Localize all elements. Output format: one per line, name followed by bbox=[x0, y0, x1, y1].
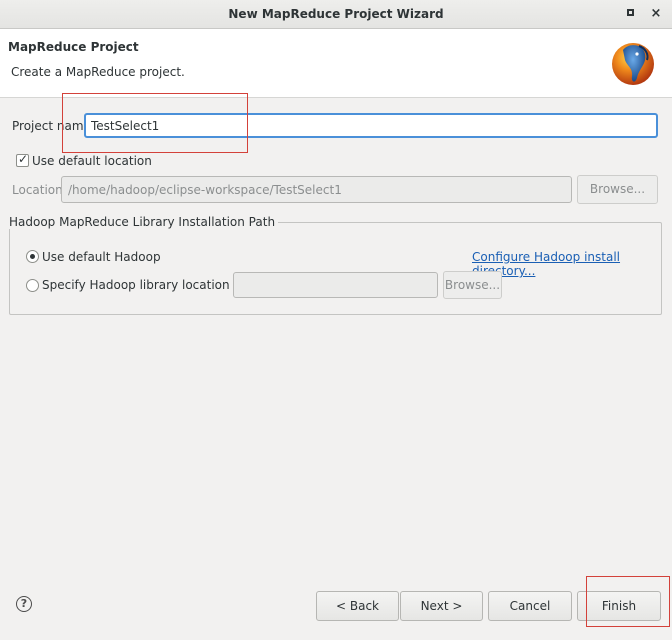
checkmark-icon: ✓ bbox=[18, 152, 29, 166]
minimize-icon[interactable] bbox=[622, 6, 638, 22]
hadoop-browse-button[interactable]: Browse... bbox=[443, 271, 502, 299]
specify-hadoop-radio[interactable] bbox=[26, 279, 39, 292]
wizard-header: MapReduce Project Create a MapReduce pro… bbox=[0, 29, 672, 98]
use-default-location-label: Use default location bbox=[32, 154, 152, 168]
help-icon[interactable]: ? bbox=[16, 596, 32, 612]
window-title: New MapReduce Project Wizard bbox=[228, 7, 444, 21]
project-name-input[interactable] bbox=[84, 113, 658, 138]
use-default-hadoop-label: Use default Hadoop bbox=[42, 250, 161, 264]
hadoop-library-input[interactable] bbox=[233, 272, 438, 298]
finish-button[interactable]: Finish bbox=[577, 591, 661, 621]
close-icon[interactable]: × bbox=[648, 6, 664, 22]
page-title: MapReduce Project bbox=[8, 40, 139, 54]
use-default-location-checkbox[interactable]: ✓ bbox=[16, 152, 29, 167]
page-description: Create a MapReduce project. bbox=[11, 65, 185, 79]
window-titlebar: New MapReduce Project Wizard × bbox=[0, 0, 672, 29]
project-name-label: Project name: bbox=[12, 119, 95, 133]
location-browse-button[interactable]: Browse... bbox=[577, 175, 658, 204]
next-button[interactable]: Next > bbox=[400, 591, 483, 621]
hadoop-group-title: Hadoop MapReduce Library Installation Pa… bbox=[9, 215, 279, 229]
specify-hadoop-label: Specify Hadoop library location bbox=[42, 278, 230, 292]
configure-hadoop-link[interactable]: Configure Hadoop install directory... bbox=[472, 250, 672, 278]
elephant-logo-icon bbox=[612, 43, 654, 85]
back-button[interactable]: < Back bbox=[316, 591, 399, 621]
location-input[interactable] bbox=[61, 176, 572, 203]
cancel-button[interactable]: Cancel bbox=[488, 591, 572, 621]
location-label: Location: bbox=[12, 183, 67, 197]
use-default-hadoop-radio[interactable] bbox=[26, 250, 39, 263]
